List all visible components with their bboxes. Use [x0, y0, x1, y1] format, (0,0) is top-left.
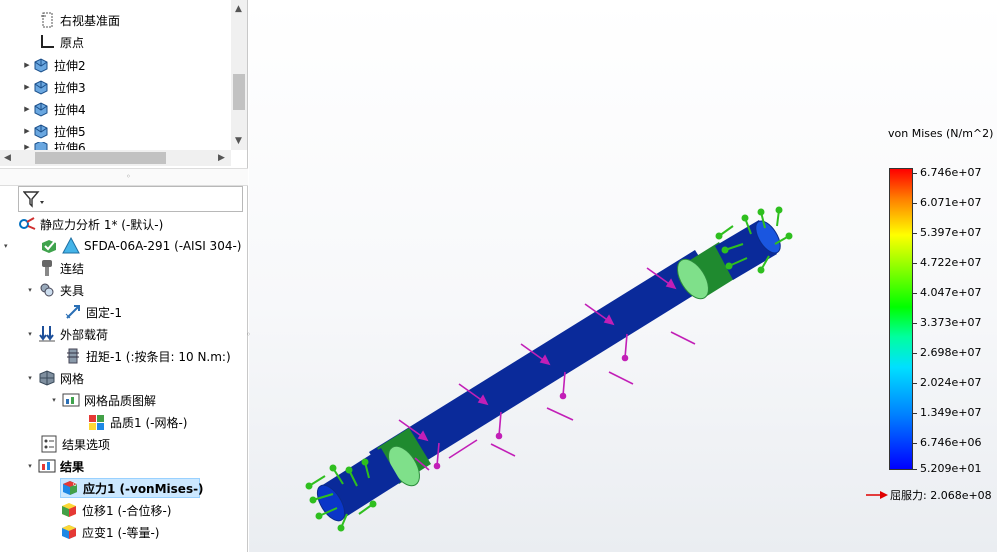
svg-text:σ: σ	[73, 481, 77, 488]
extrude-icon	[32, 56, 50, 74]
fixture-icon	[38, 281, 56, 299]
legend-tick: 2.698e+07	[912, 346, 982, 359]
vertical-scroll-thumb[interactable]	[233, 74, 245, 110]
legend-tick: 4.047e+07	[912, 286, 982, 299]
legend-tick: 1.349e+07	[912, 406, 982, 419]
shaft-model[interactable]	[249, 0, 997, 552]
simulation-tree: 静应力分析 1* (-默认-) ▾ SFDA-06A-291 (-AISI 30…	[0, 212, 248, 552]
feature-tree: 右视基准面 原点 ▶ 拉伸2 ▶ 拉伸3 ▶ 拉伸4 ▶ 拉伸5 ▶ 拉伸6 ▲…	[0, 0, 248, 168]
stress-color-bar	[889, 168, 913, 470]
yield-strength-text: 屈服力: 2.068e+08	[890, 489, 992, 502]
legend-tick: 5.209e+01	[912, 462, 982, 475]
horizontal-scrollbar[interactable]: ◀ ▶	[0, 150, 231, 166]
fixed-geometry-icon	[64, 303, 82, 321]
legend-tick: 6.071e+07	[912, 196, 982, 209]
filter-funnel-icon[interactable]	[22, 190, 45, 211]
legend-tick: 4.722e+07	[912, 256, 982, 269]
horizontal-scroll-thumb[interactable]	[35, 152, 166, 164]
strain-plot-icon	[60, 523, 78, 541]
torque-1-node[interactable]: 扭矩-1 (:按条目: 10 N.m:)	[64, 346, 231, 366]
displacement-plot-icon	[60, 501, 78, 519]
expand-arrow-icon[interactable]: ▾	[22, 462, 38, 470]
tree-item-extrude2[interactable]: ▶ 拉伸2	[22, 55, 86, 75]
connector-icon	[38, 259, 56, 277]
mesh-icon	[38, 369, 56, 387]
torque-icon	[64, 347, 82, 365]
legend-tick: 2.024e+07	[912, 376, 982, 389]
result-options-node[interactable]: 结果选项	[40, 434, 110, 454]
stress-plot-icon: σ	[61, 479, 79, 497]
expand-arrow-icon[interactable]: ▾	[22, 374, 38, 382]
load-arrow-icon	[38, 325, 56, 343]
scroll-down-icon[interactable]: ▼	[235, 136, 242, 146]
legend-tick: 6.746e+06	[912, 436, 982, 449]
splitter-grip-icon[interactable]: ◦	[126, 172, 131, 181]
tree-item-extrude4[interactable]: ▶ 拉伸4	[22, 99, 86, 119]
expand-arrow-icon[interactable]: ▶	[22, 83, 32, 91]
material-icon	[62, 237, 80, 255]
expand-arrow-icon[interactable]: ▾	[4, 242, 40, 250]
part-node[interactable]: ▾ SFDA-06A-291 (-AISI 304-)	[4, 236, 241, 256]
expand-arrow-icon[interactable]: ▾	[22, 330, 38, 338]
fixtures-node[interactable]: ▾ 夹具	[22, 280, 84, 300]
panel-splitter[interactable]: ◦	[0, 168, 248, 186]
extrude-icon	[32, 100, 50, 118]
expand-arrow-icon[interactable]: ▶	[22, 127, 32, 135]
scroll-right-icon[interactable]: ▶	[218, 153, 225, 163]
origin-icon	[38, 33, 56, 51]
legend-tick: 6.746e+07	[912, 166, 982, 179]
static-study-icon	[18, 215, 36, 233]
legend-title: von Mises (N/m^2)	[888, 127, 994, 140]
displacement-1-node[interactable]: 位移1 (-合位移-)	[60, 500, 171, 520]
quality-plot-icon	[88, 413, 106, 431]
scroll-up-icon[interactable]: ▲	[235, 4, 242, 14]
legend-tick: 3.373e+07	[912, 316, 982, 329]
tree-item-extrude3[interactable]: ▶ 拉伸3	[22, 77, 86, 97]
fixed-1-node[interactable]: 固定-1	[64, 302, 122, 322]
part-check-icon	[40, 237, 58, 255]
yield-strength-indicator: 屈服力: 2.068e+08	[866, 487, 992, 503]
feature-manager-panel: 右视基准面 原点 ▶ 拉伸2 ▶ 拉伸3 ▶ 拉伸4 ▶ 拉伸5 ▶ 拉伸6 ▲…	[0, 0, 248, 552]
vertical-scrollbar[interactable]: ▲ ▼	[231, 0, 247, 150]
tree-item-extrude5[interactable]: ▶ 拉伸5	[22, 121, 86, 141]
extrude-icon	[32, 122, 50, 140]
yield-arrow-icon	[866, 491, 888, 499]
extrude-icon	[32, 78, 50, 96]
plot-folder-icon	[62, 391, 80, 409]
mesh-quality-plot-node[interactable]: ▾ 网格品质图解	[46, 390, 156, 410]
external-loads-node[interactable]: ▾ 外部载荷	[22, 324, 108, 344]
stress-1-node[interactable]: σ 应力1 (-vonMises-)	[60, 478, 204, 498]
results-folder-icon	[38, 457, 56, 475]
scroll-left-icon[interactable]: ◀	[4, 153, 11, 163]
expand-arrow-icon[interactable]: ▾	[46, 396, 62, 404]
results-node[interactable]: ▾ 结果	[22, 456, 84, 476]
quality-1-node[interactable]: 品质1 (-网格-)	[88, 412, 187, 432]
expand-arrow-icon[interactable]: ▶	[22, 61, 32, 69]
strain-1-node[interactable]: 应变1 (-等量-)	[60, 522, 159, 542]
expand-arrow-icon[interactable]: ▶	[22, 105, 32, 113]
expand-arrow-icon[interactable]: ▾	[22, 286, 38, 294]
connections-node[interactable]: 连结	[38, 258, 84, 278]
legend-tick: 5.397e+07	[912, 226, 982, 239]
result-options-icon	[40, 435, 58, 453]
graphics-viewport[interactable]: ◦	[246, 0, 997, 552]
plane-icon	[38, 11, 56, 29]
tree-filter-box[interactable]	[18, 186, 243, 212]
tree-item-origin[interactable]: 原点	[28, 32, 84, 52]
mesh-node[interactable]: ▾ 网格	[22, 368, 84, 388]
study-node[interactable]: 静应力分析 1* (-默认-)	[18, 214, 163, 234]
tree-item-right-plane[interactable]: 右视基准面	[28, 10, 120, 30]
